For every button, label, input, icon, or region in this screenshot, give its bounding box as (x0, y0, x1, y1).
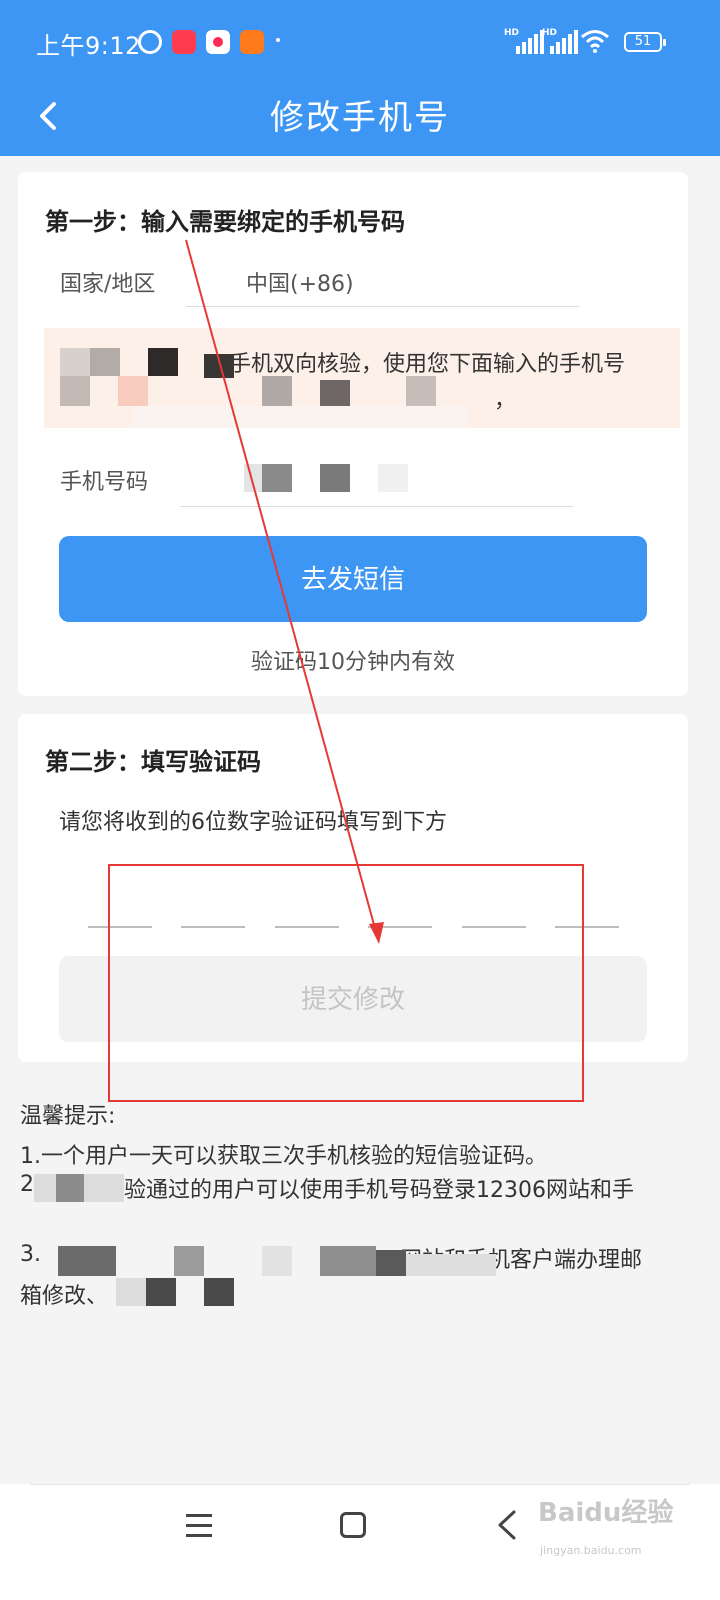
country-label: 国家/地区 (60, 272, 156, 297)
battery-icon: 51 (624, 32, 666, 52)
mosaic-block (320, 380, 350, 406)
code-instruction: 请您将收到的6位数字验证码填写到下方 (59, 810, 447, 835)
mosaic-block (204, 354, 234, 378)
notice-text: 手机双向核验，使用您下面输入的手机号 (229, 352, 626, 377)
mosaic-block (146, 1278, 176, 1306)
tip-item-3-prefix: 3. (20, 1242, 41, 1267)
title-bar: 修改手机号 (0, 80, 720, 156)
mosaic-block (90, 348, 120, 376)
mosaic-block (56, 1174, 84, 1202)
phone-underline (180, 506, 573, 507)
nav-divider (30, 1484, 690, 1485)
mosaic-block (262, 464, 292, 492)
notice-banner: 手机双向核验，使用您下面输入的手机号 ， (44, 328, 680, 428)
mosaic-block (262, 1246, 292, 1276)
phone-label: 手机号码 (60, 470, 149, 495)
kuaishou-app-icon (240, 30, 264, 54)
country-select[interactable]: 中国(+86) (246, 266, 354, 298)
signal-icon-2 (550, 30, 578, 54)
mosaic-block (118, 376, 148, 406)
nav-back-icon[interactable] (494, 1508, 520, 1542)
mosaic-block (406, 376, 436, 406)
code-validity-hint: 验证码10分钟内有效 (251, 650, 455, 675)
status-bar: 上午9:12 HD HD 51 (0, 0, 720, 80)
mosaic-block (376, 1250, 406, 1276)
more-notifications-dot (276, 38, 280, 42)
mosaic-block (116, 1278, 146, 1306)
mosaic-block (58, 1246, 116, 1276)
video-app-icon (206, 30, 230, 54)
mosaic-block (406, 1254, 496, 1276)
tip-item-3-cont: 箱修改、 (20, 1284, 109, 1309)
annotation-highlight-box (108, 864, 584, 1102)
status-time: 上午9:12 (36, 32, 141, 60)
baidu-watermark-url: jingyan.baidu.com (540, 1544, 642, 1557)
mosaic-block (134, 406, 468, 428)
mosaic-block (204, 1278, 234, 1306)
baidu-watermark-logo: Baidu经验 (538, 1498, 674, 1528)
mosaic-block (60, 376, 90, 406)
recent-apps-icon[interactable] (186, 1514, 214, 1538)
xiaohongshu-app-icon (172, 30, 196, 54)
mosaic-block (174, 1246, 204, 1276)
wifi-icon (581, 30, 609, 53)
mosaic-block (262, 376, 292, 406)
tip-item-2-prefix: 2 (20, 1172, 34, 1197)
phone-input[interactable] (232, 462, 432, 494)
mosaic-block (320, 1246, 376, 1276)
mosaic-block (60, 348, 90, 376)
step1-title: 第一步：输入需要绑定的手机号码 (45, 208, 405, 236)
mosaic-block (320, 464, 350, 492)
alarm-icon (138, 30, 162, 54)
send-sms-button[interactable]: 去发短信 (59, 536, 647, 622)
page-title: 修改手机号 (270, 98, 450, 138)
tip-item-2: 验通过的用户可以使用手机号码登录12306网站和手 (124, 1178, 634, 1203)
notice-comma: ， (494, 388, 517, 413)
tip-item-1: 1.一个用户一天可以获取三次手机核验的短信验证码。 (20, 1144, 547, 1169)
system-nav-bar: Baidu经验 jingyan.baidu.com (0, 1484, 720, 1600)
tips-title: 温馨提示: (20, 1104, 116, 1129)
mosaic-block (148, 348, 178, 376)
mosaic-block (378, 464, 408, 492)
country-underline (186, 306, 579, 307)
home-icon[interactable] (340, 1512, 366, 1538)
step2-title: 第二步：填写验证码 (45, 748, 261, 776)
step1-card: 第一步：输入需要绑定的手机号码 国家/地区 中国(+86) 手机双向核验，使用您… (18, 172, 688, 696)
